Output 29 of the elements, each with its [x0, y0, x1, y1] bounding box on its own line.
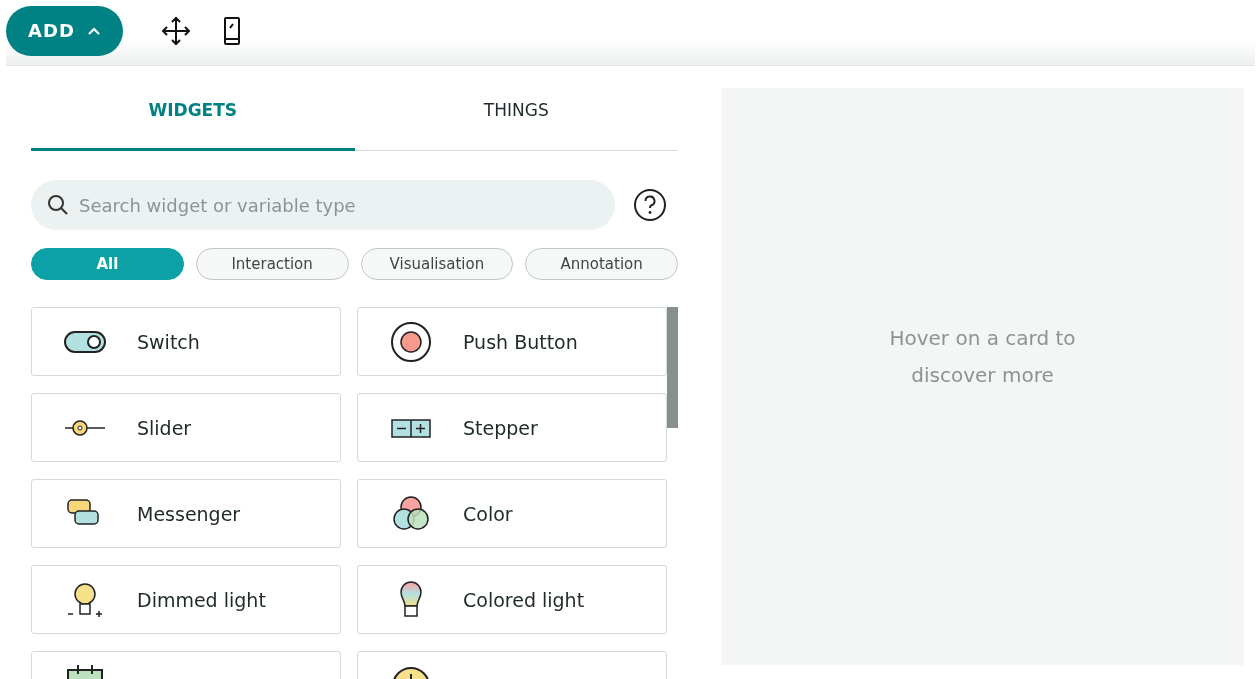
widget-card[interactable]: Dimmed light — [31, 565, 341, 634]
search-icon — [47, 194, 69, 216]
filter-chip[interactable]: Annotation — [525, 248, 678, 280]
widget-card[interactable]: Push Button — [357, 307, 667, 376]
widget-label: Messenger — [137, 502, 241, 525]
scrollbar-thumb[interactable] — [667, 307, 678, 428]
panel-tab[interactable]: THINGS — [354, 66, 678, 151]
widget-label: Push Button — [463, 330, 578, 353]
move-arrows-icon[interactable] — [161, 15, 191, 46]
widget-label: Colored light — [463, 588, 585, 611]
widget-card[interactable]: Stepper — [357, 393, 667, 462]
widget-card[interactable]: Messenger — [31, 479, 341, 548]
widget-label: Switch — [137, 330, 200, 353]
widget-label: Stepper — [463, 416, 538, 439]
widget-card[interactable]: Color — [357, 479, 667, 548]
search-field[interactable]: Search widget or variable type — [31, 180, 615, 230]
add-button[interactable]: ADD — [6, 5, 123, 56]
help-icon[interactable] — [633, 188, 667, 222]
filter-chip[interactable]: Interaction — [195, 248, 349, 280]
widget-card[interactable]: Slider — [31, 393, 341, 462]
caret-icon — [86, 25, 101, 36]
panel-tab[interactable]: WIDGETS — [31, 66, 355, 151]
widget-card[interactable]: Switch — [31, 307, 341, 376]
widget-label: Dimmed light — [137, 588, 266, 611]
widget-label: Slider — [137, 416, 192, 439]
widget-card[interactable]: Colored light — [357, 565, 667, 634]
widget-label: Color — [463, 502, 513, 525]
hover-hint-text: Hover on a card to discover more — [888, 324, 1077, 389]
filter-chip[interactable]: Visualisation — [360, 248, 514, 280]
